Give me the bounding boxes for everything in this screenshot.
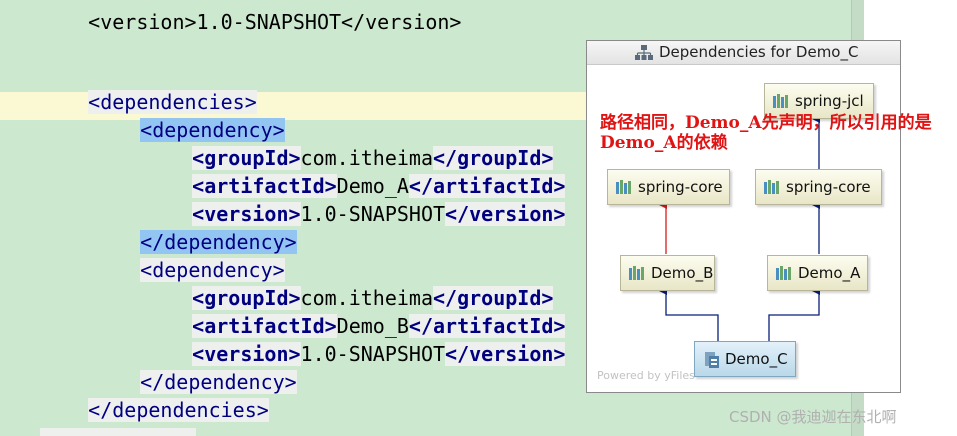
version-close-tag[interactable]: </version> (445, 342, 566, 366)
code-line-dependencies-close: </dependencies> (40, 374, 269, 422)
annotation-line-2: Demo_A的依赖 (600, 133, 728, 153)
library-icon (629, 266, 647, 280)
next-tag-fragment (40, 428, 196, 436)
code-line-dep2-artifactid: <artifactId>Demo_B</artifactId> (144, 290, 566, 338)
node-label: spring-core (786, 178, 871, 196)
code-line-dep2-groupid: <groupId>com.itheima</groupId> (144, 262, 554, 310)
code-line-dep1-version: <version>1.0-SNAPSHOT</version> (144, 178, 566, 226)
edge-demo-c-to-demo-b (659, 287, 719, 343)
library-icon (764, 180, 782, 194)
node-spring-core-left[interactable]: spring-core (607, 169, 730, 205)
node-spring-core-right[interactable]: spring-core (755, 169, 882, 205)
code-line-dependency1-open: <dependency> (92, 94, 285, 142)
code-line-dependency2-close: </dependency> (92, 346, 297, 394)
node-label: spring-core (638, 178, 723, 196)
code-line-version-partial: <version>1.0-SNAPSHOT</version> (40, 0, 461, 34)
version-value[interactable]: 1.0-SNAPSHOT (301, 202, 446, 226)
csdn-watermark: CSDN @我迪迦在东北啊 (729, 408, 897, 426)
powered-by-label: Powered by yFiles (597, 369, 695, 382)
dependencies-diagram-popup[interactable]: Dependencies for Demo_C spring-jcl sprin… (586, 40, 901, 393)
library-icon (776, 266, 794, 280)
version-close-tag[interactable]: </version> (445, 202, 566, 226)
library-icon (773, 94, 791, 108)
partial-version-text: <version>1.0-SNAPSHOT</version> (88, 10, 462, 34)
code-line-dependency1-close: </dependency> (92, 206, 297, 254)
code-line-dep1-artifactid: <artifactId>Demo_A</artifactId> (144, 150, 566, 198)
node-label: Demo_A (798, 264, 861, 282)
edge-demo-c-to-demo-a (768, 287, 820, 343)
annotation-line-1: 路径相同，Demo_A先声明，所以引用的是 (600, 113, 932, 133)
library-icon (616, 180, 634, 194)
code-line-dep1-groupid: <groupId>com.itheima</groupId> (144, 122, 554, 170)
red-annotation: 路径相同，Demo_A先声明，所以引用的是 Demo_A的依赖 (600, 113, 957, 153)
dependencies-close-tag[interactable]: </dependencies> (88, 398, 269, 422)
module-icon (703, 352, 721, 368)
node-demo-a[interactable]: Demo_A (767, 255, 868, 291)
code-line-dep2-version: <version>1.0-SNAPSHOT</version> (144, 318, 566, 366)
node-demo-b[interactable]: Demo_B (620, 255, 715, 291)
node-label: Demo_B (651, 264, 714, 282)
version-value[interactable]: 1.0-SNAPSHOT (301, 342, 446, 366)
node-demo-c[interactable]: Demo_C (694, 341, 796, 377)
code-line-dependency2-open: <dependency> (92, 234, 285, 282)
code-line-dependencies-open: <dependencies> (40, 66, 257, 114)
node-label: Demo_C (725, 350, 788, 368)
